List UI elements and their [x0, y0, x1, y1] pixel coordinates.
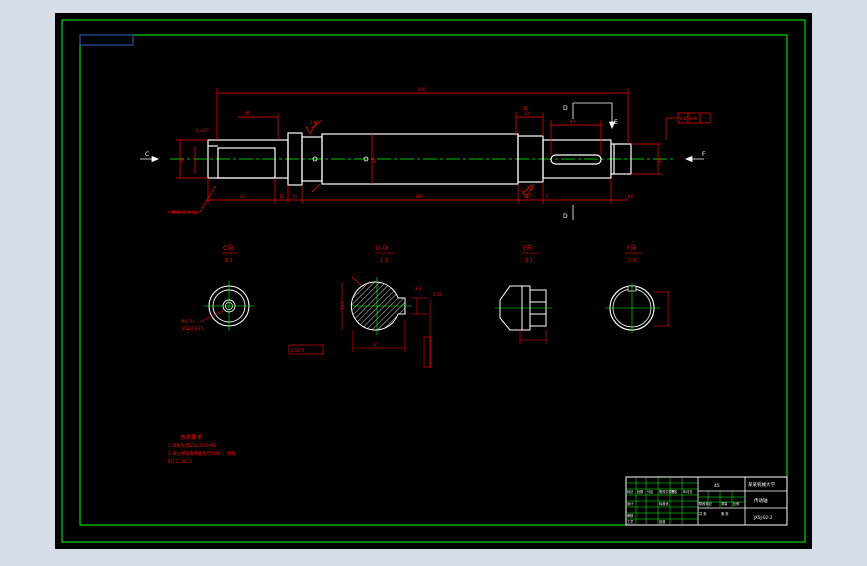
chamfer-left: 2×45°	[196, 128, 209, 133]
d-width: 12	[372, 342, 378, 347]
tb-r2-5: 重量	[721, 501, 728, 506]
dim-top-left: 45	[245, 111, 251, 116]
dim-overall: 400	[418, 87, 426, 92]
dim-bottom-2: 15	[292, 194, 298, 199]
tol-frame-right: 0.05 A B	[680, 116, 697, 121]
tb-r2-0: 设计	[627, 501, 634, 506]
tb-r4-0: 工艺	[627, 519, 633, 524]
d-depth: 35.5	[340, 301, 345, 310]
tb-r1-4: 签名	[671, 489, 677, 494]
section-d-title: D-D	[376, 245, 388, 252]
dim-top-mid: 40	[523, 106, 529, 111]
tb-drawing-no: JXSJ-02-3	[753, 515, 772, 520]
dia-left: 30	[179, 157, 184, 163]
tb-r4-4: 共 张	[699, 511, 707, 516]
section-f-scale: 2:1	[628, 258, 636, 264]
cad-viewport[interactable]: C F D D E 400 45 10 45 45 10 15 186 22 3…	[0, 0, 867, 562]
section-c-scale: 1:1	[225, 258, 233, 264]
section-c-title: C向	[223, 244, 233, 252]
tech-title: 技术要求	[180, 433, 203, 441]
tb-r4-2: 批准	[659, 519, 666, 524]
section-e-title: E向	[523, 244, 533, 252]
tb-r3-0: 审核	[627, 513, 634, 518]
tol-thread: M30×1.5-6g	[172, 210, 197, 215]
tech-line-3: C0.5、R0.5	[168, 459, 192, 465]
view-label-c: C	[145, 151, 149, 158]
dim-bottom-right: 1.6	[627, 194, 634, 199]
d-side-1: 0.05	[433, 292, 442, 297]
tb-r1-2: 分区	[647, 489, 654, 494]
tb-school: 某某机械大学	[748, 481, 775, 488]
tb-r2-6: 比例	[733, 501, 739, 506]
dia-mid: 40	[372, 157, 377, 163]
dim-bottom-3: 22	[526, 194, 532, 199]
dim-bottom-left: 45	[240, 194, 246, 199]
dim-bottom-long: 186	[415, 194, 423, 199]
tb-r1-0: 标记	[627, 489, 634, 494]
c-note-2: 深12孔深15	[181, 325, 204, 331]
tech-line-1: 1.调质处理220-250HBS	[168, 442, 216, 449]
section-d-scale: 1:1	[380, 258, 388, 264]
section-e-scale: 1:1	[525, 258, 533, 264]
tb-r4-5: 第 张	[721, 511, 729, 516]
tb-part-name: 传动轴	[754, 497, 768, 504]
dim-bottom-1: 10	[279, 194, 285, 199]
d-tol: 0.03 A	[291, 348, 304, 353]
tb-material: 45	[714, 483, 720, 489]
dim-top-right: 10	[524, 111, 530, 116]
roughness-a: 1.6	[310, 120, 317, 125]
section-f-title: F向	[627, 244, 636, 252]
dim-keyway: 45	[570, 119, 576, 124]
view-label-f: F	[702, 151, 706, 158]
cut-label-side: E	[614, 119, 618, 126]
d-side-2: 3.2	[415, 286, 422, 291]
cut-label-top: D	[563, 105, 568, 112]
dia-right: 35	[658, 157, 663, 163]
tech-line-2: 2.未注倒角及倒圆角均为45°，倒角	[168, 450, 236, 457]
cut-label-bottom: D	[563, 213, 568, 220]
c-note-1: M6-7H	[181, 319, 194, 324]
tb-r2-2: 标准化	[659, 501, 669, 506]
tb-r1-1: 处数	[637, 489, 644, 494]
tb-r1-5: 年月日	[683, 489, 693, 494]
drawing-canvas[interactable]: C F D D E 400 45 10 45 45 10 15 186 22 3…	[0, 0, 867, 562]
roughness-b: 3.2	[527, 186, 534, 191]
model-space[interactable]	[55, 13, 812, 549]
tb-r2-4: 阶段标记	[699, 501, 713, 506]
